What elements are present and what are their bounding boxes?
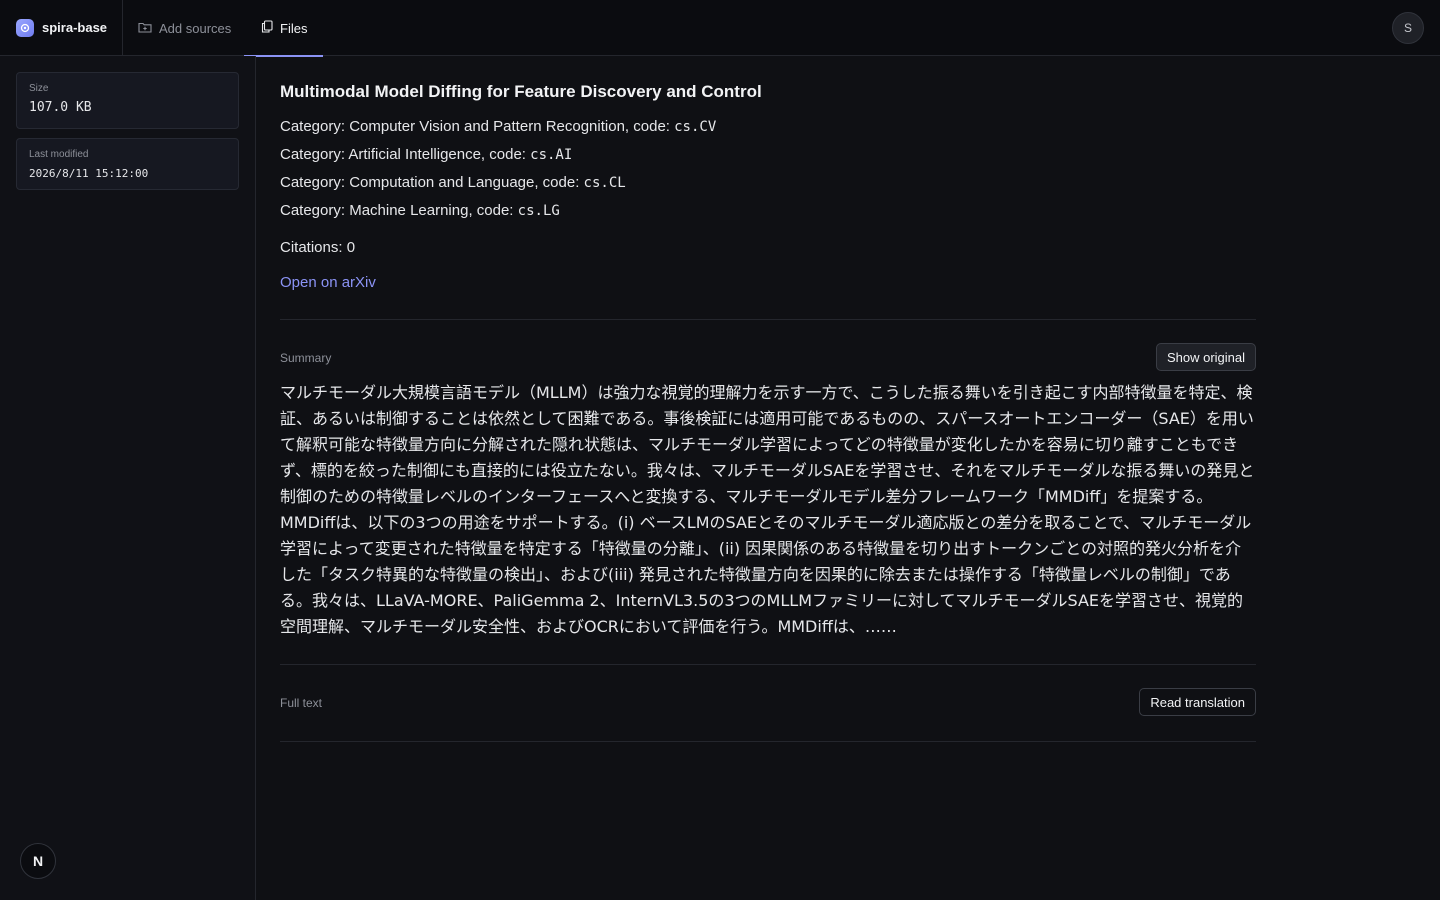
brand-name: spira-base: [42, 20, 108, 35]
user-avatar[interactable]: S: [1392, 12, 1424, 44]
category-code: cs.CV: [674, 119, 717, 135]
last-modified-card: Last modified 2026/8/11 15:12:00: [16, 138, 239, 190]
category-line: Category: Computation and Language, code…: [280, 174, 626, 191]
tab-add-sources[interactable]: Add sources: [138, 0, 231, 56]
tab-add-sources-label: Add sources: [159, 20, 232, 36]
files-icon: [261, 20, 273, 36]
folder-plus-icon: [138, 21, 152, 36]
paper-title: Multimodal Model Diffing for Feature Dis…: [280, 82, 762, 101]
category-text: Category: Computation and Language, code…: [280, 174, 584, 191]
category-line: Category: Computer Vision and Pattern Re…: [280, 118, 716, 135]
category-line: Category: Artificial Intelligence, code:…: [280, 146, 572, 163]
divider: [280, 319, 1256, 320]
category-code: cs.CL: [583, 175, 626, 191]
size-label: Size: [29, 83, 49, 94]
top-bar: spira-base Add sources Files S: [0, 0, 1440, 57]
tab-files[interactable]: Files: [244, 0, 323, 57]
summary-text: マルチモーダル大規模言語モデル（MLLM）は強力な視覚的理解力を示す一方で、こう…: [280, 383, 1255, 636]
tab-files-label: Files: [280, 20, 308, 36]
category-text: Category: Computer Vision and Pattern Re…: [280, 118, 675, 135]
category-line: Category: Machine Learning, code: cs.LG: [280, 202, 560, 219]
brand[interactable]: spira-base: [0, 0, 123, 55]
category-text: Category: Artificial Intelligence, code:: [280, 146, 531, 163]
category-text: Category: Machine Learning, code:: [280, 202, 518, 219]
divider: [280, 741, 1256, 742]
category-code: cs.LG: [517, 203, 560, 219]
size-card: Size 107.0 KB: [16, 72, 239, 129]
n-badge-icon[interactable]: N: [20, 843, 56, 879]
citations-count: Citations: 0: [280, 239, 356, 256]
summary-label: Summary: [280, 351, 332, 365]
last-modified-label: Last modified: [29, 149, 89, 160]
size-value: 107.0 KB: [29, 100, 92, 115]
last-modified-value: 2026/8/11 15:12:00: [29, 167, 149, 180]
category-code: cs.AI: [530, 147, 573, 163]
full-text-label: Full text: [280, 696, 323, 710]
brand-logo-icon: [16, 18, 34, 37]
read-translation-button[interactable]: Read translation: [1139, 688, 1256, 716]
open-arxiv-link[interactable]: Open on arXiv: [280, 274, 376, 291]
sidebar: Size 107.0 KB Last modified 2026/8/11 15…: [0, 56, 256, 900]
divider: [280, 664, 1256, 665]
show-original-button[interactable]: Show original: [1155, 343, 1256, 371]
